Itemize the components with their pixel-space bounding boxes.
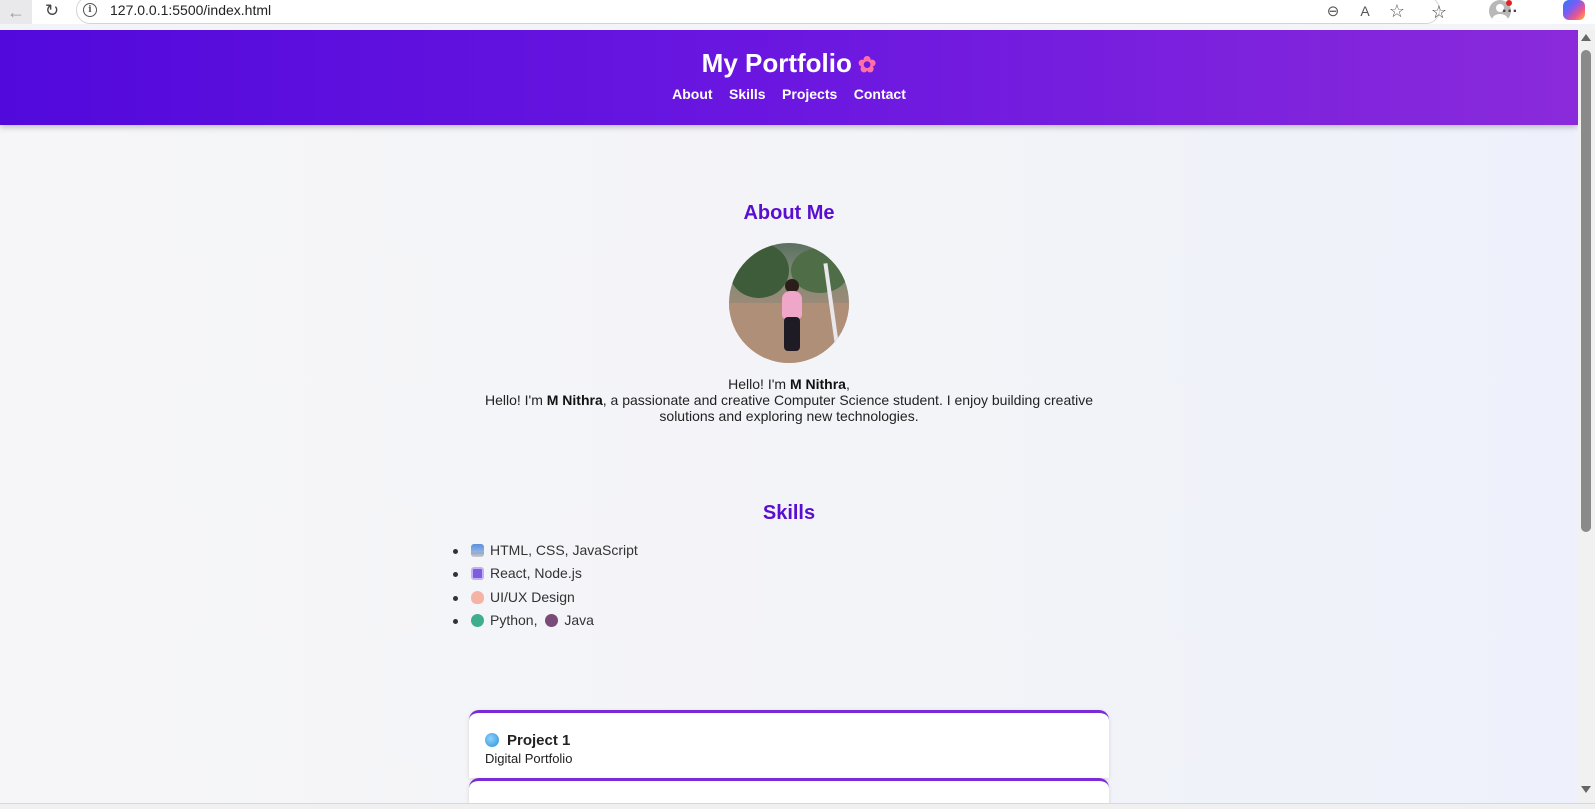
greeting-prefix: Hello! I'm — [728, 376, 790, 392]
main-nav: About Skills Projects Contact — [0, 86, 1578, 104]
about-text: Hello! I'm M Nithra, Hello! I'm M Nithra… — [470, 376, 1108, 424]
back-arrow-icon[interactable]: ← — [0, 0, 32, 24]
photo-tree — [791, 248, 849, 293]
scroll-down-icon[interactable] — [1581, 786, 1591, 793]
list-item: React, Node.js — [453, 562, 638, 585]
laptop-icon — [471, 544, 484, 557]
address-bar[interactable] — [76, 0, 1440, 24]
photo-person-body — [782, 291, 802, 319]
bio-prefix: Hello! I'm — [484, 392, 547, 408]
snake-icon — [471, 613, 484, 627]
photo-person-legs — [784, 317, 800, 351]
skill-text: HTML, CSS, JavaScript — [490, 542, 638, 558]
atom-icon — [471, 567, 484, 581]
flower-icon: ✿ — [857, 52, 877, 77]
scrollbar-thumb[interactable] — [1581, 50, 1591, 532]
greeting-suffix: , — [845, 376, 850, 392]
project-card[interactable] — [469, 778, 1109, 803]
skills-list: HTML, CSS, JavaScript React, Node.js UI/… — [453, 539, 638, 632]
favorites-icon[interactable]: ☆ — [1428, 1, 1450, 23]
nav-link-projects[interactable]: Projects — [782, 86, 837, 102]
copilot-icon[interactable] — [1563, 0, 1585, 20]
project-title: Project 1 — [485, 732, 570, 749]
vertical-scrollbar[interactable] — [1578, 30, 1595, 803]
site-title: My Portfolio ✿ — [0, 48, 1578, 79]
coffee-icon — [545, 613, 559, 627]
project-subtitle: Digital Portfolio — [485, 751, 573, 766]
zoom-out-icon[interactable]: ⊖ — [1323, 1, 1343, 21]
window-bottom-edge — [0, 803, 1595, 809]
site-header: My Portfolio ✿ About Skills Projects Cont… — [0, 30, 1578, 125]
skill-text: Python, — [490, 611, 542, 628]
palette-icon — [471, 590, 484, 604]
list-item: Python, Java — [453, 609, 638, 632]
skills-heading: Skills — [762, 502, 816, 524]
site-info-icon[interactable]: i — [83, 3, 97, 17]
nav-link-skills[interactable]: Skills — [729, 86, 766, 102]
bio-name: M Nithra — [546, 392, 603, 408]
project-card[interactable]: Project 1 Digital Portfolio — [469, 710, 1109, 778]
refresh-icon[interactable]: ↻ — [40, 0, 64, 22]
favorite-star-icon[interactable]: ☆ — [1387, 1, 1407, 21]
scroll-up-icon[interactable] — [1581, 34, 1591, 41]
more-icon[interactable]: ··· — [1499, 1, 1521, 23]
photo-tree — [729, 243, 789, 298]
greeting-name: M Nithra — [789, 376, 846, 392]
site-title-text: My Portfolio — [701, 48, 852, 78]
page-viewport: My Portfolio ✿ About Skills Projects Cont… — [0, 30, 1578, 803]
nav-link-about[interactable]: About — [672, 86, 712, 102]
skill-text: Java — [564, 611, 594, 628]
project-title-text: Project 1 — [507, 732, 571, 749]
read-aloud-icon[interactable]: A — [1355, 1, 1375, 21]
greeting-line: Hello! I'm M Nithra, — [470, 376, 1108, 392]
list-item: UI/UX Design — [453, 586, 638, 609]
skill-text: UI/UX Design — [490, 588, 575, 605]
bio-paragraph: Hello! I'm M Nithra, a passionate and cr… — [470, 392, 1108, 424]
about-heading: About Me — [743, 202, 835, 224]
browser-toolbar: ← ↻ i 127.0.0.1:5500/index.html ⊖ A ☆ ☆ … — [0, 0, 1595, 24]
globe-icon — [485, 733, 499, 747]
list-item: HTML, CSS, JavaScript — [453, 539, 638, 562]
bio-rest: , a passionate and creative Computer Sci… — [602, 392, 1094, 424]
skill-text: React, Node.js — [490, 565, 582, 582]
profile-photo — [729, 243, 849, 363]
url-text[interactable]: 127.0.0.1:5500/index.html — [110, 2, 271, 18]
nav-link-contact[interactable]: Contact — [854, 86, 906, 102]
